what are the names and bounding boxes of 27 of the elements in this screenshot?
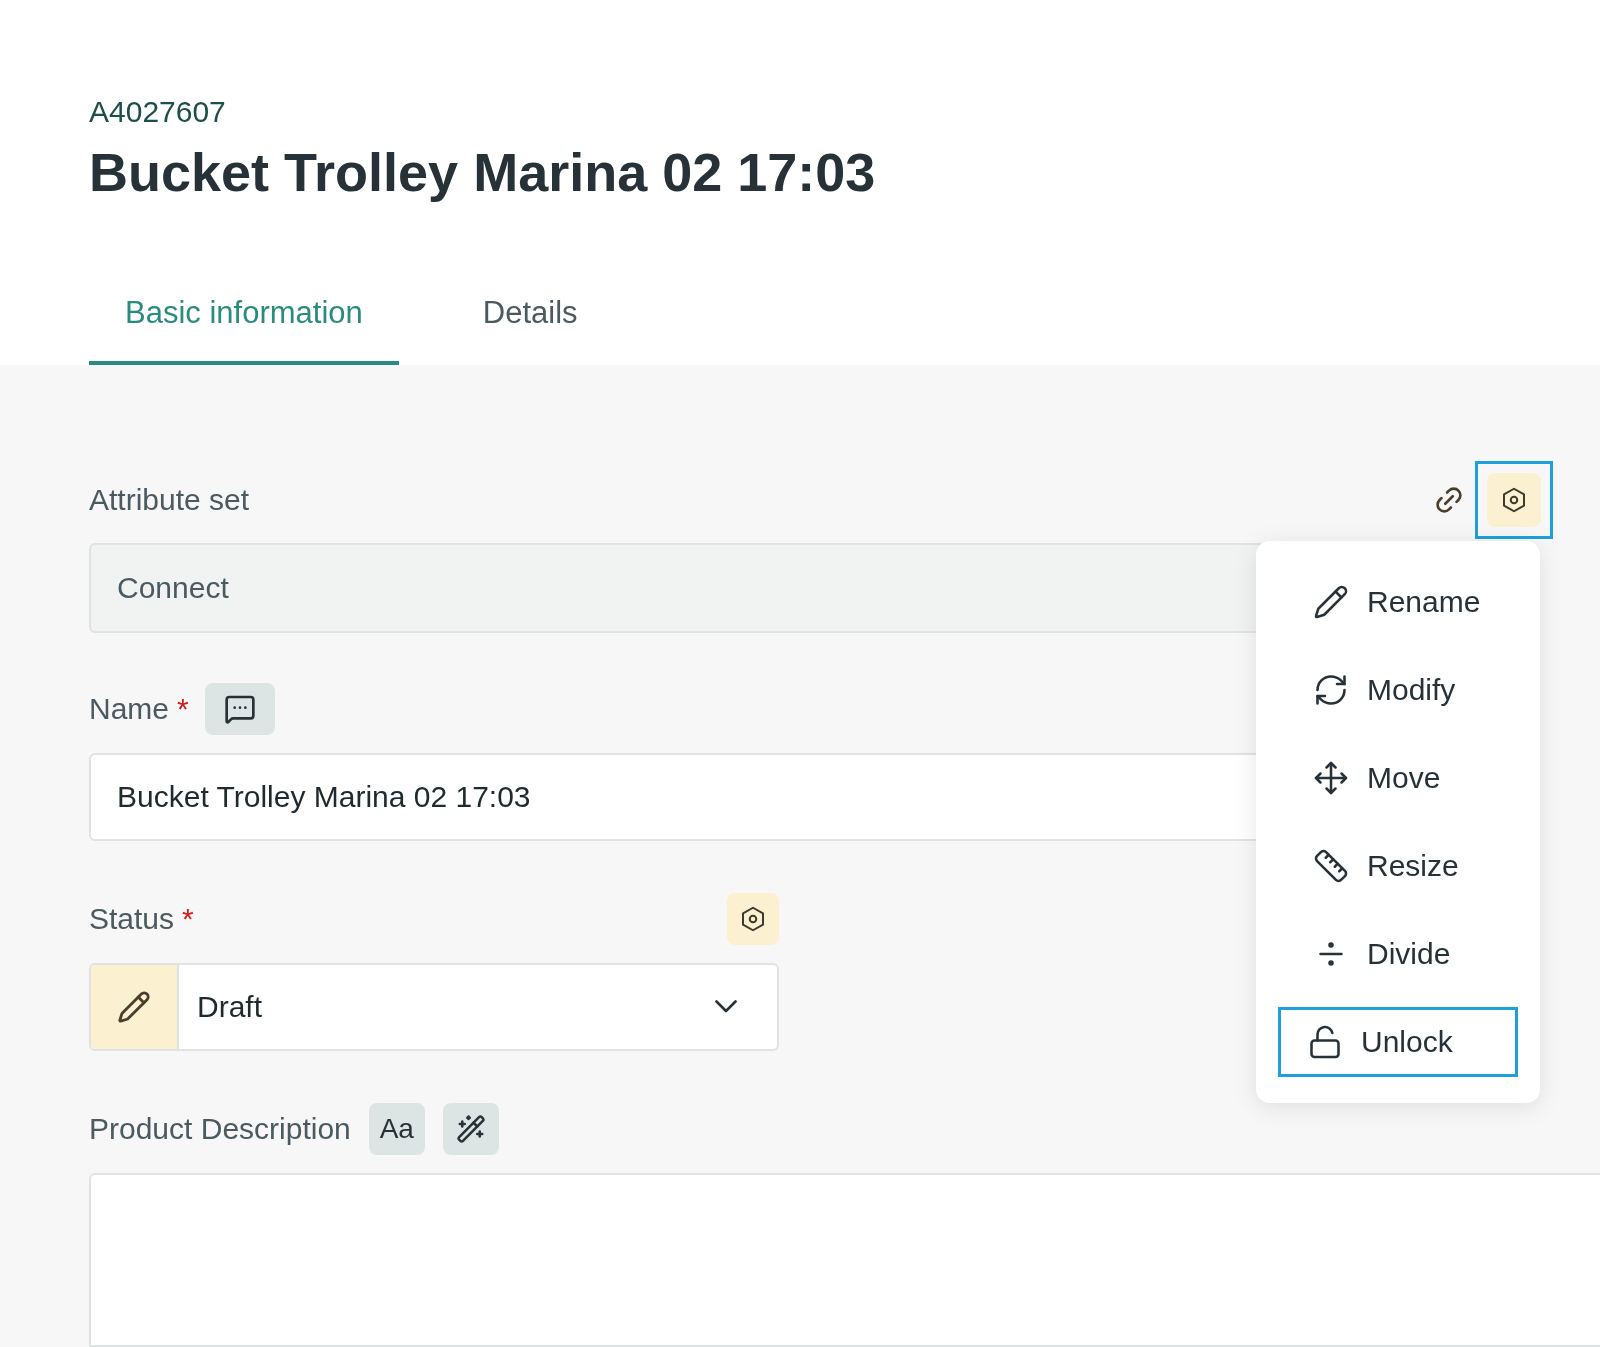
- menu-item[interactable]: Unlock: [1278, 1006, 1518, 1077]
- field-label: Product Description: [89, 1111, 351, 1147]
- field-label: Name: [89, 691, 170, 727]
- comment-button[interactable]: [204, 682, 275, 735]
- unlock-icon: [1307, 1023, 1343, 1060]
- magic-wand-icon: [455, 1113, 486, 1144]
- select-value: Draft: [197, 989, 263, 1025]
- status-select[interactable]: Draft: [89, 962, 779, 1051]
- page-title: Bucket Trolley Marina 02 17:03: [89, 141, 877, 204]
- required-asterisk: *: [182, 901, 194, 937]
- chevron-down-icon: [715, 1000, 737, 1013]
- required-asterisk: *: [177, 691, 189, 727]
- magic-wand-button[interactable]: [442, 1102, 499, 1155]
- pencil-icon: [117, 989, 151, 1024]
- record-id: A4027607: [89, 94, 227, 130]
- description-field[interactable]: [89, 1172, 1600, 1347]
- settings-button[interactable]: [727, 892, 779, 945]
- tab[interactable]: Details: [398, 290, 662, 365]
- ruler-icon: [1313, 847, 1349, 884]
- tab[interactable]: Basic information: [89, 290, 399, 365]
- menu-item[interactable]: Modify: [1278, 654, 1518, 725]
- menu-item[interactable]: Divide: [1278, 918, 1518, 989]
- move-icon: [1313, 759, 1349, 796]
- text-format-button[interactable]: Aa: [368, 1102, 425, 1155]
- pencil-icon: [1313, 583, 1349, 620]
- field-label: Attribute set: [89, 482, 250, 518]
- field-label: Status: [89, 901, 175, 937]
